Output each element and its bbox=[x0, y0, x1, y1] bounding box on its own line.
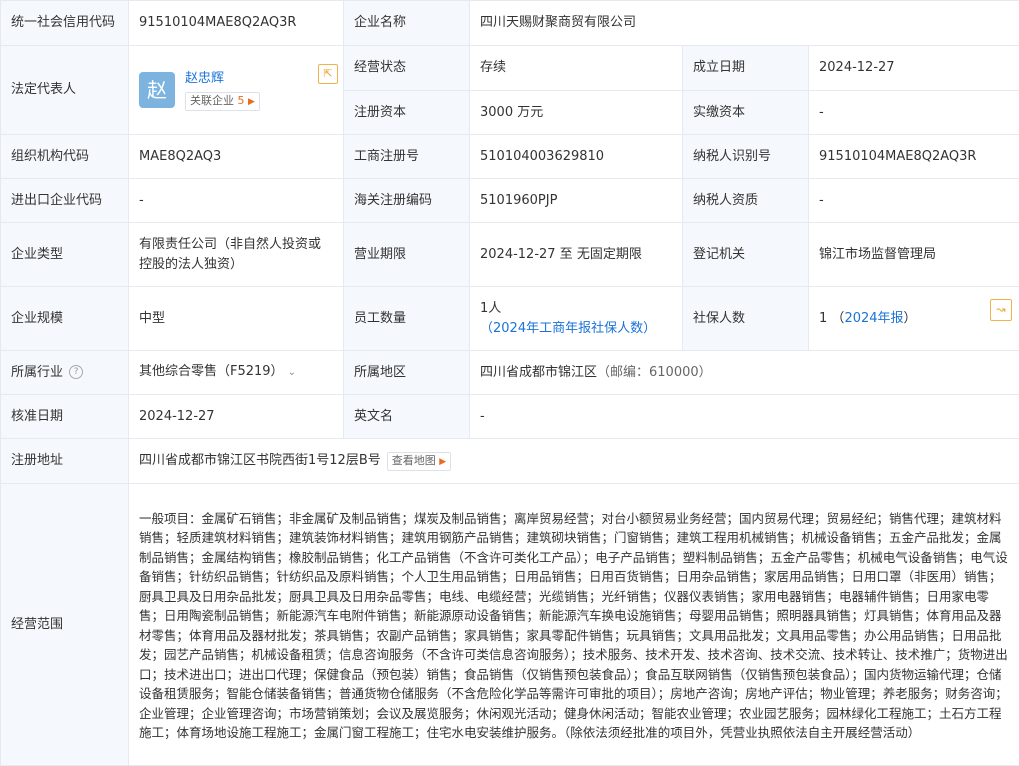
status-label: 经营状态 bbox=[344, 46, 470, 91]
company-info-table: 统一社会信用代码 91510104MAE8Q2AQ3R 企业名称 四川天赐财聚商… bbox=[0, 0, 1019, 766]
chevron-down-icon[interactable]: ⌄ bbox=[288, 367, 296, 378]
industry-label-cell: 所属行业 ? bbox=[1, 351, 129, 395]
insured-paren-open: （ bbox=[831, 311, 844, 326]
legal-rep-label: 法定代表人 bbox=[1, 46, 129, 135]
approval-date-value: 2024-12-27 bbox=[129, 395, 344, 439]
english-name-value: - bbox=[470, 395, 1019, 439]
insured-report-link[interactable]: 2024年报 bbox=[844, 311, 903, 326]
address-label: 注册地址 bbox=[1, 439, 129, 484]
reg-authority-value: 锦江市场监督管理局 bbox=[809, 223, 1019, 287]
employees-value: 1人 bbox=[480, 301, 501, 316]
address-value: 四川省成都市锦江区书院西街1号12层B号 bbox=[139, 453, 381, 468]
reg-capital-label: 注册资本 bbox=[344, 91, 470, 135]
employees-source-link[interactable]: （2024年工商年报社保人数） bbox=[480, 321, 656, 336]
approval-date-label: 核准日期 bbox=[1, 395, 129, 439]
view-map-button[interactable]: 查看地图 ▶ bbox=[387, 452, 451, 471]
employees-label: 员工数量 bbox=[344, 287, 470, 351]
company-name-value: 四川天赐财聚商贸有限公司 bbox=[470, 1, 1019, 46]
insured-value: 1 bbox=[819, 311, 827, 326]
company-name-label: 企业名称 bbox=[344, 1, 470, 46]
reg-authority-label: 登记机关 bbox=[683, 223, 809, 287]
triangle-right-icon: ▶ bbox=[439, 457, 446, 467]
paid-capital-value: - bbox=[809, 91, 1019, 135]
zip-code: （邮编：610000） bbox=[597, 365, 712, 380]
scope-label: 经营范围 bbox=[1, 484, 129, 766]
industry-label: 所属行业 bbox=[11, 365, 63, 380]
industry-value: 其他综合零售（F5219） bbox=[139, 364, 284, 379]
org-code-label: 组织机构代码 bbox=[1, 135, 129, 179]
triangle-right-icon: ▶ bbox=[248, 97, 255, 107]
region-value: 四川省成都市锦江区 bbox=[480, 365, 597, 380]
credit-code-label: 统一社会信用代码 bbox=[1, 1, 129, 46]
taxpayer-id-label: 纳税人识别号 bbox=[683, 135, 809, 179]
scale-value: 中型 bbox=[129, 287, 344, 351]
credit-code-value: 91510104MAE8Q2AQ3R bbox=[129, 1, 344, 46]
legal-rep-cell: 赵 赵忠辉 关联企业 5 ▶ ⇱ bbox=[129, 46, 344, 135]
english-name-label: 英文名 bbox=[344, 395, 470, 439]
scale-label: 企业规模 bbox=[1, 287, 129, 351]
industry-cell[interactable]: 其他综合零售（F5219） ⌄ bbox=[129, 351, 344, 395]
taxpayer-qual-label: 纳税人资质 bbox=[683, 179, 809, 223]
import-export-label: 进出口企业代码 bbox=[1, 179, 129, 223]
region-label: 所属地区 bbox=[344, 351, 470, 395]
company-type-value: 有限责任公司（非自然人投资或控股的法人独资） bbox=[129, 223, 344, 287]
address-cell: 四川省成都市锦江区书院西街1号12层B号查看地图 ▶ bbox=[129, 439, 1019, 484]
help-icon[interactable]: ? bbox=[69, 365, 83, 379]
biz-term-value: 2024-12-27 至 无固定期限 bbox=[470, 223, 683, 287]
paid-capital-label: 实缴资本 bbox=[683, 91, 809, 135]
scope-value: 一般项目：金属矿石销售；非金属矿及制品销售；煤炭及制品销售；离岸贸易经营；对台小… bbox=[129, 484, 1019, 766]
trend-chart-icon[interactable]: ↝ bbox=[990, 299, 1012, 321]
region-cell: 四川省成都市锦江区（邮编：610000） bbox=[470, 351, 1019, 395]
reg-capital-value: 3000 万元 bbox=[470, 91, 683, 135]
biz-reg-no-value: 510104003629810 bbox=[470, 135, 683, 179]
legal-rep-name-link[interactable]: 赵忠辉 bbox=[185, 70, 260, 88]
biz-reg-no-label: 工商注册号 bbox=[344, 135, 470, 179]
org-code-value: MAE8Q2AQ3 bbox=[129, 135, 344, 179]
customs-code-value: 5101960PJP bbox=[470, 179, 683, 223]
related-companies-count: 5 bbox=[238, 94, 245, 107]
status-value: 存续 bbox=[470, 46, 683, 91]
taxpayer-qual-value: - bbox=[809, 179, 1019, 223]
share-icon[interactable]: ⇱ bbox=[318, 64, 338, 84]
avatar[interactable]: 赵 bbox=[139, 72, 175, 108]
company-type-label: 企业类型 bbox=[1, 223, 129, 287]
established-label: 成立日期 bbox=[683, 46, 809, 91]
insured-cell: 1 （2024年报） ↝ bbox=[809, 287, 1019, 351]
related-companies-label: 关联企业 bbox=[190, 94, 234, 107]
insured-paren-close: ） bbox=[904, 311, 917, 326]
insured-label: 社保人数 bbox=[683, 287, 809, 351]
biz-term-label: 营业期限 bbox=[344, 223, 470, 287]
import-export-value: - bbox=[129, 179, 344, 223]
employees-cell: 1人 （2024年工商年报社保人数） bbox=[470, 287, 683, 351]
taxpayer-id-value: 91510104MAE8Q2AQ3R bbox=[809, 135, 1019, 179]
view-map-label: 查看地图 bbox=[392, 454, 436, 467]
customs-code-label: 海关注册编码 bbox=[344, 179, 470, 223]
related-companies-button[interactable]: 关联企业 5 ▶ bbox=[185, 92, 260, 111]
established-value: 2024-12-27 bbox=[809, 46, 1019, 91]
